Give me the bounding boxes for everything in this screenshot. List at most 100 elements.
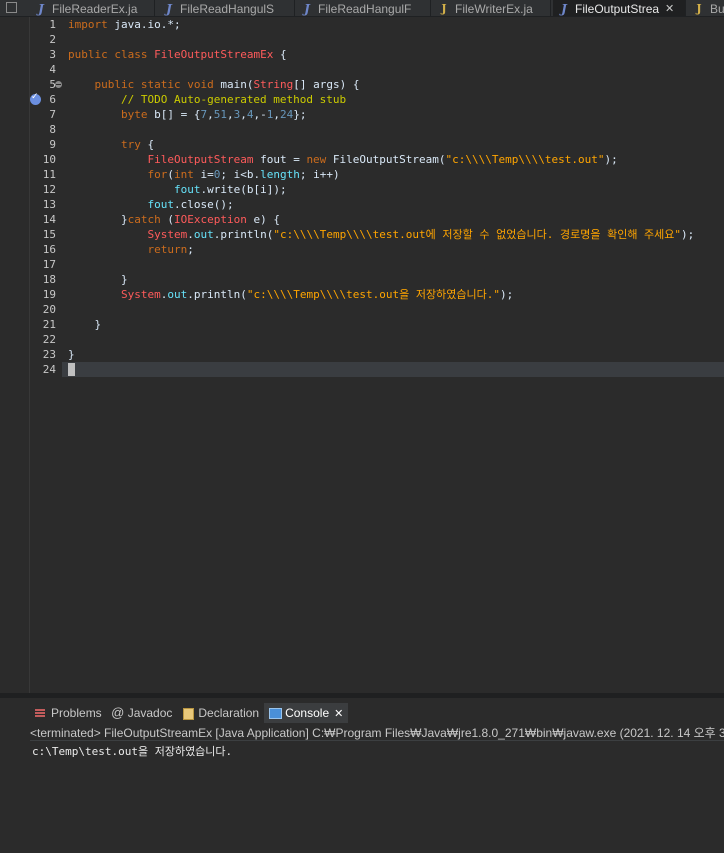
line-number-text: 22: [42, 333, 56, 346]
line-number-text: 14: [42, 213, 56, 226]
code-line-12: fout.write(b[i]);: [173, 183, 287, 196]
line-number: 11: [0, 167, 60, 182]
code-line-23: }: [68, 348, 75, 361]
code-line-5: public static void main(String[] args) {: [94, 78, 360, 91]
code-line-11: for(int i=0; i<b.length; i++): [147, 168, 340, 181]
line-number: 8: [0, 122, 60, 137]
line-number-text: 21: [42, 318, 56, 331]
line-number: 1: [0, 17, 60, 32]
close-icon[interactable]: ✕: [665, 2, 674, 15]
text-cursor: [68, 363, 75, 376]
line-number: 20: [0, 302, 60, 317]
current-line-highlight: [62, 362, 724, 377]
tab-problems[interactable]: Problems: [30, 703, 107, 723]
code-line-10: FileOutputStream fout = new FileOutputSt…: [147, 153, 618, 166]
console-output[interactable]: c:\Temp\test.out을 저장하였습니다.: [32, 743, 232, 759]
java-file-icon: J: [38, 1, 44, 16]
line-number: 4: [0, 62, 60, 77]
line-number-text: 18: [42, 273, 56, 286]
code-line-21: }: [68, 318, 102, 331]
line-number-text: 8: [49, 123, 56, 136]
tab-label: Problems: [51, 706, 102, 720]
tab-file-reader-ex[interactable]: J FileReaderEx.ja: [30, 0, 154, 16]
code-line-16: return;: [147, 243, 194, 256]
line-number-text: 16: [42, 243, 56, 256]
line-number-text: 20: [42, 303, 56, 316]
java-warning-file-icon: J: [696, 2, 702, 15]
line-number-text: 23: [42, 348, 56, 361]
line-number-text: 1: [49, 18, 56, 31]
line-number: 10: [0, 152, 60, 167]
fold-collapse-icon[interactable]: [55, 81, 62, 88]
problems-icon: [34, 707, 48, 719]
line-number-text: 3: [49, 48, 56, 61]
line-number: 13: [0, 197, 60, 212]
line-number: 22: [0, 332, 60, 347]
line-number-text: 2: [49, 33, 56, 46]
minimize-icon[interactable]: [6, 2, 17, 13]
line-number-text: 9: [49, 138, 56, 151]
java-file-icon: J: [304, 1, 310, 16]
code-line-13: fout.close();: [147, 198, 234, 211]
line-number: 23: [0, 347, 60, 362]
tab-label: FileReadHangulS: [180, 1, 275, 16]
tab-label: Console: [285, 706, 330, 720]
line-number-text: 13: [42, 198, 56, 211]
tab-javadoc[interactable]: @ Javadoc: [107, 703, 178, 723]
panel-tab-bar: Problems @ Javadoc Declaration Console ✕: [30, 703, 349, 723]
line-number: 7: [0, 107, 60, 122]
code-line-18: }: [68, 273, 128, 286]
line-number-text: 19: [42, 288, 56, 301]
console-icon: [268, 707, 283, 719]
java-file-icon: J: [561, 1, 567, 16]
code-line-3: public class FileOutputStreamEx {: [68, 48, 287, 61]
line-number: 24: [0, 362, 60, 377]
line-number-text: 10: [42, 153, 56, 166]
code-line-7: byte b[] = {7,51,3,4,-1,24};: [120, 108, 307, 121]
code-line-14: }catch (IOException e) {: [68, 213, 280, 226]
tab-file-read-hangul-f[interactable]: J FileReadHangulF: [296, 0, 430, 16]
line-number: 21: [0, 317, 60, 332]
tab-declaration[interactable]: Declaration: [177, 703, 264, 723]
tab-label: Bu: [710, 1, 724, 16]
line-number: 3: [0, 47, 60, 62]
java-warning-file-icon: J: [441, 2, 447, 15]
line-number: 15: [0, 227, 60, 242]
tab-label: FileReaderEx.ja: [52, 1, 138, 16]
line-number: 19: [0, 287, 60, 302]
tab-label: Declaration: [198, 706, 260, 720]
line-number-text: 12: [42, 183, 56, 196]
tab-label: FileOutputStrea: [575, 1, 660, 16]
code-line-15: System.out.println("c:\\\\Temp\\\\test.o…: [147, 228, 695, 241]
code-line-1: import java.io.*;: [68, 18, 181, 31]
tab-label: Javadoc: [127, 706, 173, 720]
bottom-panel: Problems @ Javadoc Declaration Console ✕…: [0, 693, 724, 853]
tab-console[interactable]: Console ✕: [264, 703, 349, 723]
code-line-19: System.out.println("c:\\\\Temp\\\\test.o…: [120, 288, 514, 301]
line-number-text: 24: [42, 363, 56, 376]
tab-label: FileWriterEx.ja: [455, 1, 533, 16]
line-number-text: 17: [42, 258, 56, 271]
line-number-text: 5: [49, 78, 56, 91]
task-marker-icon[interactable]: [30, 92, 41, 105]
java-file-icon: J: [166, 1, 172, 16]
close-icon[interactable]: ✕: [334, 707, 343, 720]
tab-file-output-stream-ex[interactable]: J FileOutputStrea ✕: [553, 0, 685, 16]
line-number: 17: [0, 257, 60, 272]
declaration-icon: [181, 707, 195, 720]
tab-file-writer-ex[interactable]: J FileWriterEx.ja: [433, 0, 550, 16]
code-line-9: try {: [120, 138, 155, 151]
line-number: 16: [0, 242, 60, 257]
line-number-text: 11: [42, 168, 56, 181]
code-editor[interactable]: 1 2 3 4 5 6 7 8 9 10 11 12 13 14 15 16 17 18 19 20 21 22 23 24 …: [0, 17, 724, 693]
tab-bu[interactable]: J Bu: [688, 0, 724, 16]
line-number-text: 15: [42, 228, 56, 241]
code-line-6: // TODO Auto-generated method stub: [120, 93, 347, 106]
line-number: 2: [0, 32, 60, 47]
editor-tab-bar: J FileReaderEx.ja J FileReadHangulS J Fi…: [0, 0, 724, 17]
line-number: 14: [0, 212, 60, 227]
line-number: 5: [0, 77, 60, 92]
line-number-text: 4: [49, 63, 56, 76]
tab-file-read-hangul-s[interactable]: J FileReadHangulS: [158, 0, 294, 16]
console-status: <terminated> FileOutputStreamEx [Java Ap…: [30, 726, 724, 741]
